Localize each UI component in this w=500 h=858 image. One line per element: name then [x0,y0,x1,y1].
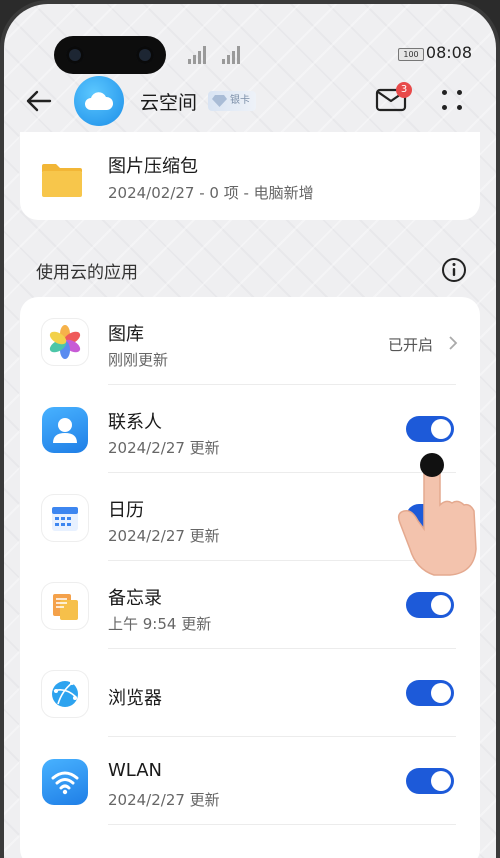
app-update-time: 上午 9:54 更新 [108,615,212,633]
signal-icon [188,44,210,64]
app-header: 云空间 银卡 3 [4,74,496,128]
app-name: 联系人 [108,412,162,433]
folder-title: 图片压缩包 [108,156,198,177]
sync-toggle[interactable] [406,592,454,618]
app-update-time: 2024/2/27 更新 [108,527,220,545]
camera-cutout [54,36,166,74]
chevron-right-icon [449,336,458,350]
member-level-label: 银卡 [230,95,250,106]
screen: 100 08:08 云空间 银卡 3 图片压缩包 2024/02/27 - 0 … [4,4,496,858]
sync-toggle[interactable] [406,680,454,706]
gem-icon [212,95,227,107]
info-icon[interactable] [441,257,467,283]
gallery-icon [42,319,88,365]
compressed-folder-card[interactable]: 图片压缩包 2024/02/27 - 0 项 - 电脑新增 [20,132,480,220]
app-update-time: 2024/2/27 更新 [108,439,220,457]
list-item-browser[interactable]: 浏览器 [20,649,480,737]
app-update-time: 2024/2/27 更新 [108,791,220,809]
notepad-icon [42,583,88,629]
more-menu-icon[interactable] [440,88,464,112]
list-item-gallery[interactable]: 图库 刚刚更新 已开启 [20,297,480,385]
app-name: 备忘录 [108,588,162,609]
tap-gesture-hand-icon [397,453,477,576]
battery-icon: 100 [398,48,424,61]
mail-count-badge: 3 [396,82,412,98]
app-name: 浏览器 [108,688,162,709]
sync-toggle[interactable] [406,416,454,442]
section-title: 使用云的应用 [36,263,138,283]
divider [108,824,456,825]
app-name: 日历 [108,500,144,521]
app-name: WLAN [108,760,163,781]
camera-lens [66,46,84,64]
page-title: 云空间 [140,92,198,114]
camera-lens [136,46,154,64]
sync-toggle[interactable] [406,768,454,794]
app-name: 图库 [108,324,144,345]
contacts-icon [42,407,88,453]
calendar-icon [42,495,88,541]
status-bar: 100 08:08 [4,34,496,74]
list-item-wlan[interactable]: WLAN 2024/2/27 更新 [20,737,480,825]
wlan-icon [42,759,88,805]
phone-frame: 100 08:08 云空间 银卡 3 图片压缩包 2024/02/27 - 0 … [0,0,500,858]
sync-status: 已开启 [388,336,434,354]
signal-icon [222,44,244,64]
back-arrow-icon[interactable] [22,84,56,118]
app-update-time: 刚刚更新 [108,351,169,369]
cloud-logo-icon [74,76,124,126]
member-level-badge[interactable]: 银卡 [208,91,256,111]
browser-icon [42,671,88,717]
folder-subtitle: 2024/02/27 - 0 项 - 电脑新增 [108,184,314,202]
folder-icon [42,164,82,197]
clock: 08:08 [425,43,472,62]
